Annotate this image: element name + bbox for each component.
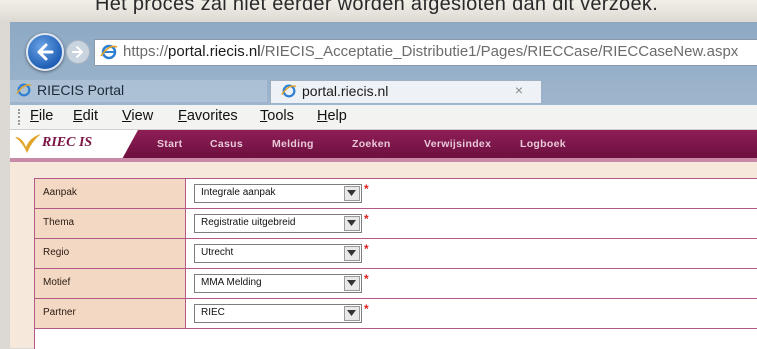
select-value: Registratie uitgebreid bbox=[201, 217, 296, 228]
required-marker: * bbox=[364, 182, 369, 196]
nav-logboek[interactable]: Logboek bbox=[520, 138, 566, 150]
label-text: Partner bbox=[43, 307, 76, 318]
menu-tools[interactable]: Tools bbox=[260, 108, 294, 124]
tab-label: portal.riecis.nl bbox=[302, 83, 389, 99]
back-button[interactable] bbox=[26, 33, 64, 71]
ie-icon bbox=[281, 84, 297, 98]
required-marker: * bbox=[364, 212, 369, 226]
header-underline bbox=[10, 158, 757, 162]
forward-arrow-icon bbox=[72, 46, 83, 58]
field-label: Thema bbox=[35, 209, 186, 238]
menu-file[interactable]: File bbox=[30, 108, 53, 124]
bird-logo-icon bbox=[15, 134, 41, 153]
field-label: Aanpak bbox=[35, 179, 186, 208]
form-row-motief: Motief MMA Melding * bbox=[35, 269, 757, 299]
dropdown-arrow-icon[interactable] bbox=[344, 186, 360, 201]
ie-icon bbox=[100, 44, 118, 60]
select-value: Integrale aanpak bbox=[201, 187, 276, 198]
tab-label: RIECIS Portal bbox=[37, 82, 125, 98]
app-header: RIEC IS Start Casus Melding Zoeken Verwi… bbox=[10, 130, 757, 158]
dropdown-arrow-icon[interactable] bbox=[344, 216, 360, 231]
browser-window: https://portal.riecis.nl/RIECIS_Acceptat… bbox=[10, 22, 757, 349]
url-prefix: https:// bbox=[123, 43, 169, 60]
case-form: Aanpak Integrale aanpak * Thema Registra… bbox=[34, 178, 757, 349]
label-text: Regio bbox=[43, 247, 70, 258]
label-text: Motief bbox=[43, 277, 71, 288]
select-value: MMA Melding bbox=[201, 277, 262, 288]
menu-favorites[interactable]: Favorites bbox=[178, 108, 238, 124]
caption-text: Het proces zal niet eerder worden afgesl… bbox=[95, 0, 659, 15]
url-host: portal.riecis.nl bbox=[168, 43, 261, 60]
regio-select[interactable]: Utrecht bbox=[194, 244, 362, 263]
nav-zoeken[interactable]: Zoeken bbox=[352, 138, 391, 150]
label-text: Thema bbox=[43, 217, 75, 228]
url-text: https://portal.riecis.nl/RIECIS_Acceptat… bbox=[123, 43, 738, 60]
field-label: Regio bbox=[35, 239, 186, 268]
select-value: RIEC bbox=[201, 307, 225, 318]
menu-edit[interactable]: Edit bbox=[73, 108, 98, 124]
menu-bar: File Edit View Favorites Tools Help bbox=[10, 105, 757, 130]
field-label: Motief bbox=[35, 269, 186, 298]
tab-riecis-portal[interactable]: RIECIS Portal bbox=[10, 80, 267, 102]
caption-strip: Het proces zal niet eerder worden afgesl… bbox=[0, 0, 757, 22]
menu-help[interactable]: Help bbox=[317, 108, 347, 124]
nav-verwijsindex[interactable]: Verwijsindex bbox=[424, 138, 491, 150]
forward-button[interactable] bbox=[66, 40, 90, 64]
partner-select[interactable]: RIEC bbox=[194, 304, 362, 323]
close-icon[interactable]: × bbox=[515, 82, 523, 98]
form-row-partner: Partner RIEC * bbox=[35, 299, 757, 329]
form-row-aanpak: Aanpak Integrale aanpak * bbox=[35, 179, 757, 209]
aanpak-select[interactable]: Integrale aanpak bbox=[194, 184, 362, 203]
required-marker: * bbox=[364, 302, 369, 316]
label-text: Aanpak bbox=[43, 187, 77, 198]
dropdown-arrow-icon[interactable] bbox=[344, 306, 360, 321]
tab-strip: RIECIS Portal portal.riecis.nl × bbox=[10, 80, 757, 103]
ie-icon bbox=[16, 83, 32, 97]
nav-start[interactable]: Start bbox=[157, 138, 182, 150]
logo-text: RIEC IS bbox=[42, 135, 93, 150]
nav-casus[interactable]: Casus bbox=[210, 138, 243, 150]
back-arrow-icon bbox=[37, 43, 54, 61]
required-marker: * bbox=[364, 272, 369, 286]
form-row-thema: Thema Registratie uitgebreid * bbox=[35, 209, 757, 239]
form-area: Aanpak Integrale aanpak * Thema Registra… bbox=[10, 158, 757, 349]
nav-melding[interactable]: Melding bbox=[272, 138, 314, 150]
menu-view[interactable]: View bbox=[122, 108, 153, 124]
dropdown-arrow-icon[interactable] bbox=[344, 246, 360, 261]
navigation-bar: https://portal.riecis.nl/RIECIS_Acceptat… bbox=[10, 22, 757, 78]
motief-select[interactable]: MMA Melding bbox=[194, 274, 362, 293]
url-path: /RIECIS_Acceptatie_Distributie1/Pages/RI… bbox=[260, 43, 739, 60]
field-label: Partner bbox=[35, 299, 186, 328]
select-value: Utrecht bbox=[201, 247, 234, 258]
address-bar[interactable]: https://portal.riecis.nl/RIECIS_Acceptat… bbox=[94, 39, 757, 66]
tab-portal-riecis[interactable]: portal.riecis.nl × bbox=[270, 80, 542, 103]
thema-select[interactable]: Registratie uitgebreid bbox=[194, 214, 362, 233]
app-logo[interactable]: RIEC IS bbox=[10, 130, 138, 158]
dropdown-arrow-icon[interactable] bbox=[344, 276, 360, 291]
required-marker: * bbox=[364, 242, 369, 256]
menu-grip bbox=[18, 109, 22, 125]
form-row-regio: Regio Utrecht * bbox=[35, 239, 757, 269]
